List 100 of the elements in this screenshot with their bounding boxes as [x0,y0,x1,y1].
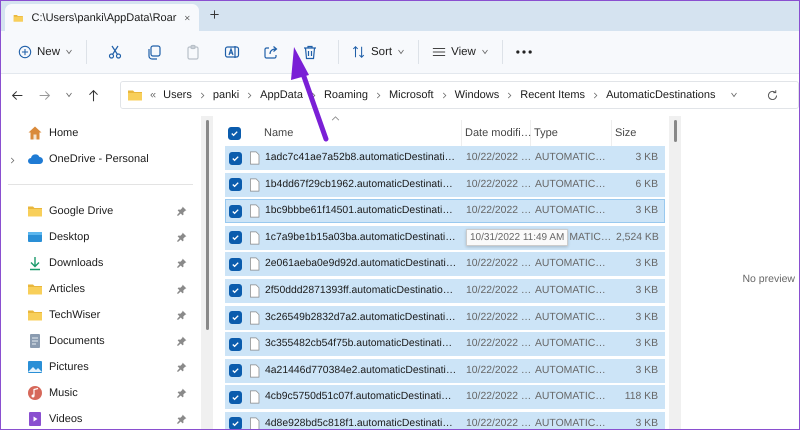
checkbox[interactable] [229,258,242,271]
download-icon [27,255,43,271]
column-header[interactable]: Size [615,120,657,146]
file-row[interactable]: 1b4dd67f29cb1962.automaticDestinati… 10/22/2022 … AUTOMATIC… 6 KB [225,172,665,197]
checkbox[interactable] [228,126,241,140]
file-icon [248,178,261,192]
file-name: 4d8e928bd5c818f1.automaticDestinati… [265,416,454,429]
file-row[interactable]: 1bc9bbbe61f14501.automaticDestinati… 10/22/2022 … AUTOMATIC… 3 KB [225,199,665,224]
file-name: 2f50ddd2871393ff.automaticDestinatio… [265,284,454,298]
checkbox[interactable] [229,231,242,244]
file-row[interactable]: 3c26549b2832d7a2.automaticDestinati… 10/22/2022 … AUTOMATIC… 3 KB [225,306,665,330]
date-modified: 10/22/2022 … [466,178,532,192]
nav-item[interactable]: Pictures [1,354,201,380]
breadcrumb[interactable]: panki [212,89,240,101]
sort-button[interactable]: Sort [345,39,412,65]
monitor-icon [27,229,43,245]
checkbox[interactable] [229,390,242,404]
breadcrumb[interactable]: Recent Items [520,89,586,101]
chevron-right-icon [506,92,514,98]
checkmark-icon [231,419,240,428]
checkmark-icon [231,180,240,190]
checkmark-icon [230,128,239,138]
file-row[interactable]: 2e061aeba0e9d92d.automaticDestinati… 10/22/2022 … AUTOMATIC… 3 KB [225,252,665,276]
checkbox[interactable] [229,284,242,298]
file-row[interactable]: 1adc7c41ae7a52b8.automaticDestinati… 10/22/2022 … AUTOMATIC… 3 KB [225,146,665,170]
breadcrumb[interactable]: Users [163,89,192,101]
video-icon [27,411,43,427]
view-button[interactable]: View [425,39,496,65]
checkbox[interactable] [229,364,242,378]
address-bar[interactable]: « Users panki AppData Roaming Microsoft Windows Recent Items AutomaticDestinations [120,81,799,109]
date-modified: 10/22/2022 … [466,284,532,298]
breadcrumb[interactable]: Windows [454,89,500,101]
scrollbar[interactable] [201,116,213,429]
file-row[interactable]: 4d8e928bd5c818f1.automaticDestinati… 10/22/2022 … AUTOMATIC… 3 KB [225,412,665,429]
checkmark-icon [231,313,240,322]
picture-icon [27,359,43,375]
more-icon [516,50,532,54]
nav-item[interactable]: OneDrive - Personal [1,146,201,172]
nav-item[interactable]: Downloads [1,250,201,276]
nav-item[interactable]: TechWiser [1,302,201,328]
dropdown-icon [730,91,738,99]
breadcrumb[interactable]: AppData [260,89,303,101]
file-name: 1c7a9be1b15a03ba.automaticDestinati… [265,230,457,245]
trash-icon [302,44,318,60]
checkbox[interactable] [229,417,242,429]
file-size: 118 KB [624,390,658,404]
expand-chevron-icon [9,157,16,164]
file-row[interactable]: 2f50ddd2871393ff.automaticDestinatio… 10/22/2022 … AUTOMATIC… 3 KB [225,278,665,303]
file-size: 3 KB [634,151,658,165]
breadcrumb[interactable]: AutomaticDestinations [606,89,716,101]
nav-item[interactable]: Desktop [1,224,201,250]
file-size: 3 KB [634,257,658,272]
file-icon [248,364,261,378]
nav-item[interactable]: Home [1,120,201,146]
overflow-marker[interactable]: « [150,89,156,101]
nav-item[interactable]: Articles [1,276,201,302]
file-size: 2,524 KB [616,230,658,245]
chevron-icon [397,48,406,56]
nav-item[interactable]: Videos [1,406,201,429]
pin-icon [177,388,187,398]
up-arrow-icon [87,88,100,102]
checkmark-icon [231,154,240,162]
file-size: 3 KB [634,204,658,218]
tooltip: 10/31/2022 11:49 AM [466,229,568,246]
file-type: AUTOMATIC… [535,364,607,378]
pin-icon [177,284,187,294]
checkbox[interactable] [229,178,242,192]
file-type: AUTOMATIC… [535,390,607,404]
checkmark-icon [231,233,240,242]
breadcrumb[interactable]: Roaming [324,89,368,101]
breadcrumb[interactable]: Microsoft [389,89,434,101]
nav-item[interactable]: Documents [1,328,201,354]
chevron-icon [480,48,489,56]
clipboard-icon [185,44,202,60]
file-row[interactable]: 4a21446d770384e2.automaticDestinati… 10/22/2022 … AUTOMATIC… 3 KB [225,358,665,383]
back-arrow-icon [11,88,24,102]
window-tab[interactable]: C:\Users\panki\AppData\Roar [5,4,199,31]
new-button[interactable]: New [11,39,80,65]
checkbox[interactable] [229,204,242,218]
checkbox[interactable] [229,338,242,351]
file-row[interactable]: 4cb9c5750d51c07f.automaticDestinati… 10/22/2022 … AUTOMATIC… 118 KB [225,385,665,410]
file-icon [248,230,261,245]
nav-item[interactable]: Music [1,380,201,406]
file-icon [248,204,261,218]
scrollbar[interactable] [669,116,681,429]
nav-item[interactable]: Google Drive [1,198,201,224]
checkbox[interactable] [229,152,242,164]
file-icon [248,151,261,165]
file-row[interactable]: 3c355482cb54f75b.automaticDestinati… 10/22/2022 … AUTOMATIC… 3 KB [225,332,665,356]
file-name: 4a21446d770384e2.automaticDestinati… [265,364,458,378]
file-row[interactable]: 1c7a9be1b15a03ba.automaticDestinati… 10/31/2022 11:49 AM MATIC… 2,524 KB [225,226,665,250]
chevron-icon [65,48,74,56]
checkbox[interactable] [229,311,242,324]
date-modified: 10/22/2022 … [466,257,532,272]
checkmark-icon [231,366,240,376]
sort-caret-icon [331,114,340,123]
file-name: 1adc7c41ae7a52b8.automaticDestinati… [265,151,456,165]
forward-arrow-icon [38,88,51,102]
file-type: AUTOMATIC… [535,151,607,165]
file-size: 3 KB [634,310,658,325]
